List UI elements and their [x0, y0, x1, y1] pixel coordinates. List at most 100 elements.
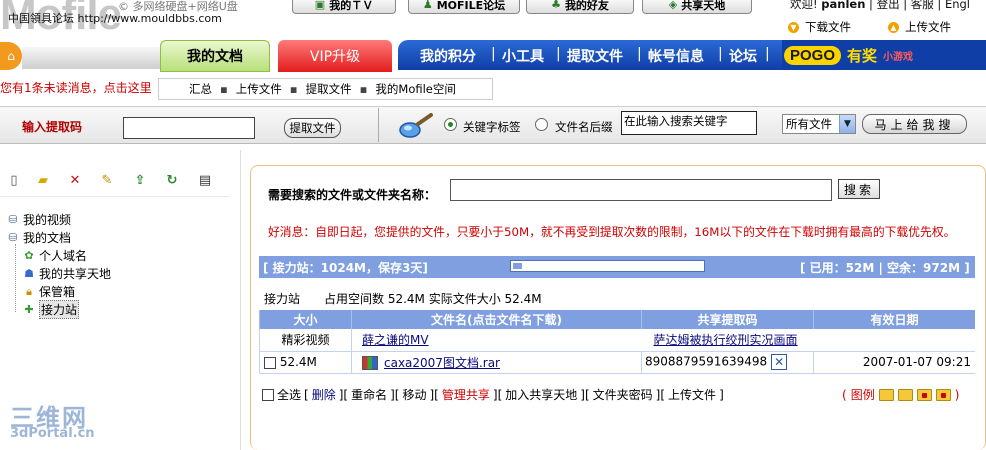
keyword-search-input[interactable]: 在此输入搜索关键字 [621, 111, 757, 135]
delete-icon[interactable]: ✕ [67, 172, 83, 188]
station-space-info: 接力站 占用空间数 52.4M 实际文件大小 52.4M [264, 292, 542, 306]
tree-personal-domain[interactable]: ✿ 个人域名 [22, 247, 87, 264]
radio-suffix-label: 文件名后缀 [555, 120, 613, 134]
extract-code-input[interactable] [123, 117, 255, 139]
nav-extract-files[interactable]: 提取文件 [567, 46, 623, 66]
file-table: 大小 文件名(点击文件名下载) 共享提取码 有效日期 精彩视频 薛之谦的MV 萨… [259, 310, 975, 374]
nav-separator: | [718, 46, 723, 62]
file-search-label: 需要搜索的文件或文件夹名称： [268, 188, 437, 202]
download-icon: ▼ [788, 21, 799, 33]
unread-message-link[interactable]: 您有1条未读消息，点击这里 [0, 79, 152, 96]
pogo-game-banner[interactable]: POGO 有奖 小游戏 [782, 40, 986, 70]
tree-relay-station[interactable]: ✚ 接力站 [22, 300, 80, 319]
toolbar-divider [0, 196, 230, 197]
sprout-icon: ✿ [24, 249, 34, 262]
file-search-input[interactable] [450, 179, 832, 201]
left-panel-border [240, 150, 241, 450]
share-icon: ◈ [668, 0, 678, 11]
col-filename: 文件名(点击文件名下载) [351, 310, 642, 329]
account-links[interactable]: | 登出 | 客服 | Engl [869, 0, 970, 11]
nav-left-bar [22, 47, 182, 69]
my-friends-button[interactable]: ♣ 我的好友 [526, 0, 634, 14]
file-name-link[interactable]: caxa2007图文档.rar [384, 356, 500, 370]
strip-divider [378, 108, 379, 142]
username: panlen [821, 0, 866, 11]
my-tv-button[interactable]: ▣ 我的ＴＶ [292, 0, 396, 14]
nav-forum[interactable]: 论坛 [729, 46, 757, 66]
tree-my-share[interactable]: ☗ 我的共享天地 [22, 265, 111, 282]
legend-label: 图例 [850, 388, 875, 402]
radio-keyword-tag[interactable] [444, 118, 457, 131]
rename-icon[interactable]: ✎ [99, 172, 115, 188]
category-link-video[interactable]: 萨达姆被执行绞刑实况画面 [654, 333, 798, 347]
extract-file-button[interactable]: 提取文件 [284, 118, 341, 138]
category-link-mv[interactable]: 薛之谦的MV [362, 333, 429, 347]
rar-archive-icon [362, 356, 378, 370]
locked-shared-folder-icon [935, 388, 951, 401]
nav-my-points[interactable]: 我的积分 [420, 46, 476, 66]
file-type-select[interactable]: 所有文件 ▼ [782, 114, 856, 134]
main-panel [250, 165, 986, 450]
cancel-share-icon[interactable]: ✕ [771, 354, 788, 370]
radio-filename-suffix[interactable] [535, 118, 548, 131]
tab-vip-upgrade[interactable]: VIP升级 [278, 40, 392, 72]
action-delete[interactable]: 删除 [312, 386, 336, 403]
col-size: 大小 [259, 310, 352, 329]
tree-safe-box[interactable]: 🔒︎ 保管箱 [22, 283, 75, 300]
magnifier-icon [399, 113, 433, 138]
table-row: 52.4M caxa2007图文档.rar 8908879591639498 ✕ … [259, 351, 975, 374]
action-folder-password[interactable]: 文件夹密码 [593, 386, 653, 403]
bulk-action-bar: 全选 [删除][ 重命名][ 移动][ 管理共享][ 加入共享天地][ 文件夹密… [262, 386, 724, 403]
action-rename[interactable]: 重命名 [351, 386, 387, 403]
database-icon: ⛁ [8, 231, 18, 244]
col-expiry: 有效日期 [813, 310, 975, 329]
tree-my-videos[interactable]: ⛁ 我的视频 [6, 211, 71, 228]
tree-guide-line [15, 244, 16, 312]
action-manage-share[interactable]: 管理共享 [442, 386, 490, 403]
submenu-my-space[interactable]: 我的Mofile空间 [375, 81, 455, 97]
lock-icon: 🔒︎ [26, 284, 32, 298]
upload-icon: ▲ [888, 21, 899, 33]
nav-separator: | [491, 46, 496, 62]
tv-icon: ▣ [314, 0, 326, 11]
pogo-logo: POGO [784, 45, 842, 65]
select-all-label[interactable]: 全选 [277, 386, 301, 403]
properties-icon[interactable]: ▤ [197, 172, 213, 188]
action-upload-file[interactable]: 上传文件 [668, 386, 716, 403]
expiry-date: 2007-01-07 09:21 [813, 351, 975, 374]
space-used-free-text: [ 已用：52M | 空余：972M ] [800, 261, 970, 275]
search-button[interactable]: 搜索 [838, 179, 880, 199]
share-world-button[interactable]: ◈ 共享天地 [642, 0, 752, 14]
table-header: 大小 文件名(点击文件名下载) 共享提取码 有效日期 [259, 310, 975, 329]
refresh-icon[interactable]: ↻ [164, 172, 180, 188]
action-add-to-share[interactable]: 加入共享天地 [505, 386, 577, 403]
search-now-button[interactable]: 马上给我搜 [862, 114, 967, 134]
submenu-summary[interactable]: 汇总 [189, 81, 212, 97]
share-user-icon: ☗ [24, 267, 34, 280]
share-code: 8908879591639498 [645, 354, 768, 369]
upload-file-link[interactable]: ▲ 上传文件 [888, 18, 951, 36]
pogo-game-label: 小游戏 [883, 51, 914, 63]
nav-tools[interactable]: 小工具 [502, 46, 544, 66]
submenu-upload[interactable]: 上传文件 [236, 81, 282, 97]
new-file-icon[interactable]: ▯ [6, 172, 22, 188]
user-icon: ♟ [422, 0, 433, 11]
home-icon[interactable]: ⌂ [0, 42, 22, 70]
submenu-extract[interactable]: 提取文件 [306, 81, 352, 97]
action-move[interactable]: 移动 [402, 386, 426, 403]
folder-icon [878, 388, 894, 401]
pogo-slogan: 有奖 [847, 47, 878, 65]
nav-separator: | [556, 46, 561, 62]
new-folder-icon[interactable]: ▰ [35, 172, 51, 188]
nav-account-info[interactable]: 帐号信息 [648, 46, 704, 66]
mofile-forum-button[interactable]: ♟ MOFILE论坛 [408, 0, 520, 14]
select-all-checkbox[interactable] [262, 388, 274, 401]
download-file-link[interactable]: ▼ 下载文件 [788, 18, 851, 36]
file-checkbox[interactable] [264, 356, 276, 369]
watermark-domain: 3dPortal.cn [10, 426, 95, 441]
tab-my-documents[interactable]: 我的文档 [160, 40, 270, 72]
move-icon[interactable]: ⇪ [132, 172, 148, 188]
friends-icon: ♣ [551, 0, 561, 11]
welcome-text: 欢迎! panlen | 登出 | 客服 | Engl [790, 0, 970, 12]
database-icon: ⛁ [8, 213, 18, 226]
